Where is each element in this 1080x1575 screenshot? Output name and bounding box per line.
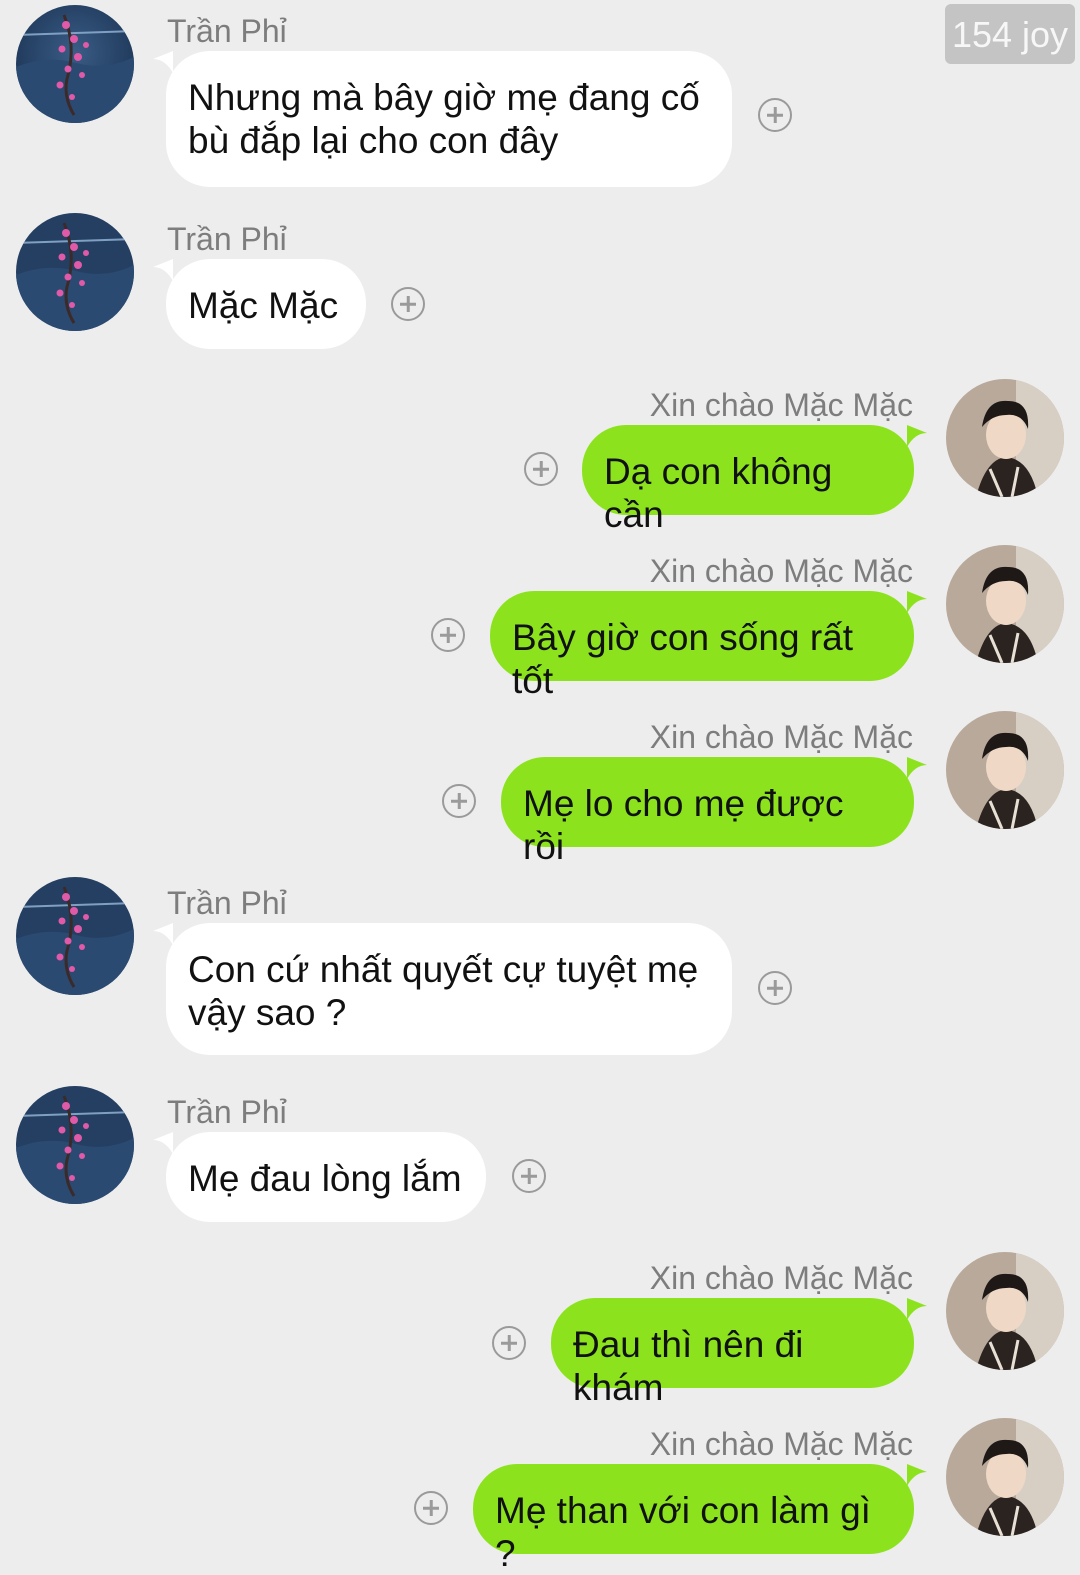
sender-name: Xin chào Mặc Mặc	[649, 553, 913, 589]
plus-circle-icon[interactable]	[758, 971, 792, 1005]
profile-photo-avatar-icon[interactable]	[946, 1418, 1064, 1536]
profile-photo-avatar-icon[interactable]	[946, 545, 1064, 663]
plum-blossom-avatar-icon[interactable]	[16, 213, 134, 331]
profile-photo-avatar-icon[interactable]	[946, 711, 1064, 829]
sender-name: Xin chào Mặc Mặc	[649, 387, 913, 423]
plus-circle-icon[interactable]	[524, 452, 558, 486]
sender-name: Trần Phỉ	[167, 885, 287, 921]
plum-blossom-avatar-icon[interactable]	[16, 5, 134, 123]
joy-counter-badge: 154 joy	[945, 4, 1075, 64]
bubble-tail	[907, 591, 927, 613]
bubble-tail	[153, 1132, 173, 1154]
message-bubble[interactable]: Con cứ nhất quyết cự tuyệt mẹ vậy sao ?	[166, 923, 732, 1055]
plus-circle-icon[interactable]	[431, 618, 465, 652]
sender-name: Trần Phỉ	[167, 221, 287, 257]
bubble-tail	[907, 1464, 927, 1486]
sender-name: Xin chào Mặc Mặc	[649, 719, 913, 755]
plum-blossom-avatar-icon[interactable]	[16, 1086, 134, 1204]
plus-circle-icon[interactable]	[758, 98, 792, 132]
message-bubble[interactable]: Mẹ đau lòng lắm	[166, 1132, 486, 1222]
message-bubble[interactable]: Mặc Mặc	[166, 259, 366, 349]
plus-circle-icon[interactable]	[512, 1159, 546, 1193]
profile-photo-avatar-icon[interactable]	[946, 1252, 1064, 1370]
sender-name: Xin chào Mặc Mặc	[649, 1426, 913, 1462]
bubble-tail	[153, 923, 173, 945]
message-bubble[interactable]: Nhưng mà bây giờ mẹ đang cố bù đắp lại c…	[166, 51, 732, 187]
sender-name: Trần Phỉ	[167, 13, 287, 49]
plus-circle-icon[interactable]	[414, 1491, 448, 1525]
bubble-tail	[907, 1298, 927, 1320]
bubble-tail	[153, 51, 173, 73]
message-bubble[interactable]: Mẹ than với con làm gì ?	[473, 1464, 914, 1574]
profile-photo-avatar-icon[interactable]	[946, 379, 1064, 497]
plus-circle-icon[interactable]	[442, 784, 476, 818]
plus-circle-icon[interactable]	[391, 287, 425, 321]
plus-circle-icon[interactable]	[492, 1326, 526, 1360]
sender-name: Trần Phỉ	[167, 1094, 287, 1130]
bubble-tail	[907, 757, 927, 779]
message-bubble[interactable]: Dạ con không cần	[582, 425, 914, 535]
sender-name: Xin chào Mặc Mặc	[649, 1260, 913, 1296]
plum-blossom-avatar-icon[interactable]	[16, 877, 134, 995]
message-bubble[interactable]: Đau thì nên đi khám	[551, 1298, 914, 1408]
bubble-tail	[907, 425, 927, 447]
bubble-tail	[153, 259, 173, 281]
message-bubble[interactable]: Bây giờ con sống rất tốt	[490, 591, 914, 701]
message-bubble[interactable]: Mẹ lo cho mẹ được rồi	[501, 757, 914, 867]
